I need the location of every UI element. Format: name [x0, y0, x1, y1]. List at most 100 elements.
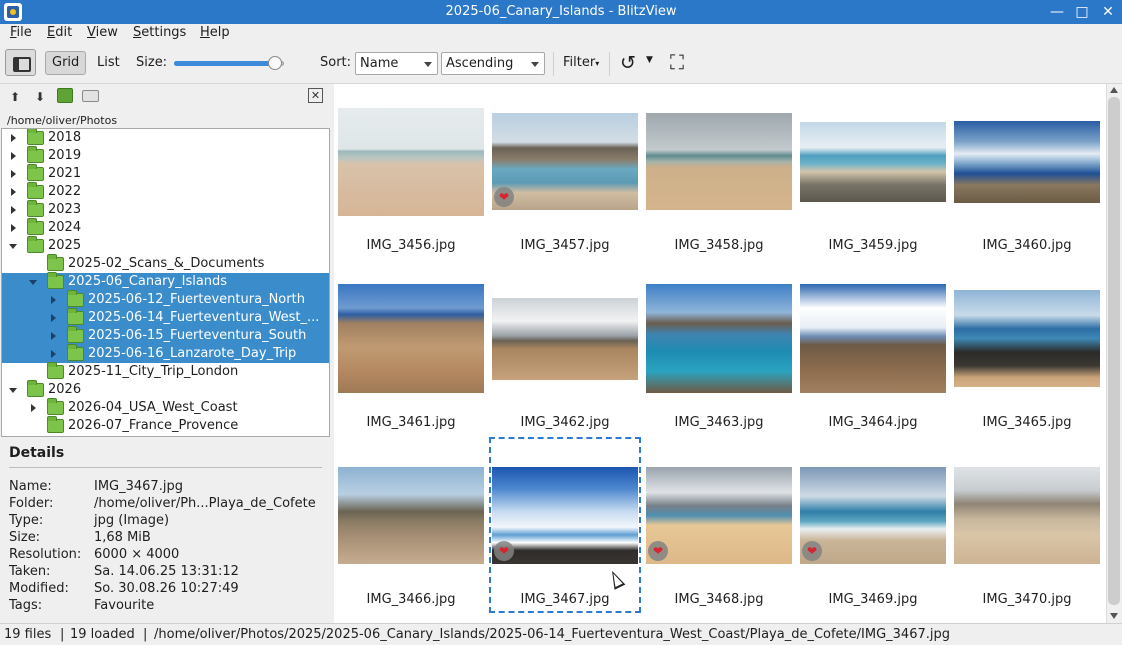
photo-thumbnail[interactable] [492, 298, 638, 380]
tree-folder-label: 2025-06-14_Fuerteventura_West_... [88, 310, 320, 325]
thumbnail-filename[interactable]: IMG_3466.jpg [334, 592, 488, 607]
close-button[interactable]: ✕ [1098, 2, 1118, 22]
toggle-sidebar-button[interactable] [5, 49, 36, 76]
tree-folder-row[interactable]: 2026-07_France_Provence [2, 416, 329, 435]
status-file-path: /home/oliver/Photos/2025/2025-06_Canary_… [154, 627, 950, 642]
tree-folder-row[interactable]: 2018 [2, 129, 329, 147]
arrow-up-icon[interactable]: ⬆ [7, 89, 23, 105]
tree-folder-row[interactable]: 2022 [2, 182, 329, 201]
thumbnail-filename[interactable]: IMG_3461.jpg [334, 415, 488, 430]
arrow-down-icon[interactable]: ⬇ [32, 89, 48, 105]
expand-arrow-icon[interactable] [11, 152, 16, 160]
expand-arrow-icon[interactable] [11, 206, 16, 214]
drive-icon[interactable] [82, 90, 99, 102]
tree-folder-row[interactable]: 2026-04_USA_West_Coast [2, 398, 329, 417]
expand-arrow-icon[interactable] [11, 134, 16, 142]
thumbnail-filename[interactable]: IMG_3464.jpg [796, 415, 950, 430]
menu-settings[interactable]: Settings [133, 25, 186, 40]
photo-thumbnail[interactable] [338, 108, 484, 216]
thumbnail-filename[interactable]: IMG_3460.jpg [950, 238, 1104, 253]
detail-key: Type: [9, 513, 44, 528]
scroll-down-icon[interactable] [1110, 613, 1118, 619]
folder-icon [27, 129, 44, 145]
thumbnail-filename[interactable]: IMG_3465.jpg [950, 415, 1104, 430]
tree-folder-label: 2025-06-12_Fuerteventura_North [88, 292, 305, 307]
tree-folder-label: 2018 [48, 130, 82, 145]
folder-icon [27, 200, 44, 217]
photo-thumbnail[interactable] [954, 467, 1100, 564]
minimize-button[interactable]: — [1047, 2, 1067, 22]
detail-value: /home/oliver/Ph...Playa_de_Cofete [94, 496, 316, 511]
tree-folder-row[interactable]: 2025-06-16_Lanzarote_Day_Trip [2, 344, 329, 363]
tree-folder-row[interactable]: 2026 [2, 380, 329, 399]
expand-arrow-icon[interactable] [51, 332, 56, 340]
menu-help[interactable]: Help [200, 25, 230, 40]
list-view-button[interactable]: List [90, 51, 127, 75]
tree-folder-row[interactable]: 2025-11_City_Trip_London [2, 362, 329, 381]
scroll-up-icon[interactable] [1110, 87, 1118, 93]
photo-thumbnail[interactable] [646, 113, 792, 210]
collapse-arrow-icon[interactable] [29, 280, 37, 285]
thumbnail-filename[interactable]: IMG_3469.jpg [796, 592, 950, 607]
collapse-arrow-icon[interactable] [9, 388, 17, 393]
maximize-button[interactable]: □ [1072, 2, 1092, 22]
rotate-dropdown-icon[interactable]: ▼ [646, 55, 653, 65]
tree-folder-row[interactable]: 2025 [2, 236, 329, 255]
photo-thumbnail[interactable] [800, 122, 946, 202]
menu-view[interactable]: View [87, 25, 118, 40]
photo-thumbnail[interactable] [338, 467, 484, 564]
favourite-heart-icon: ❤ [494, 187, 514, 207]
expand-arrow-icon[interactable] [11, 188, 16, 196]
tree-folder-row[interactable]: 2021 [2, 164, 329, 183]
folder-tree[interactable]: 2018 2019 2021 2022 2023 2024 2025 2025-02_Scan… [1, 128, 330, 437]
tree-folder-label: 2025 [48, 238, 82, 253]
photo-thumbnail[interactable] [954, 121, 1100, 203]
size-slider-handle[interactable] [268, 56, 282, 70]
tree-folder-label: 2022 [48, 184, 82, 199]
thumbnail-filename[interactable]: IMG_3463.jpg [642, 415, 796, 430]
tree-folder-row[interactable]: 2019 [2, 146, 329, 165]
tree-folder-row[interactable]: 2024 [2, 218, 329, 237]
thumbnail-filename[interactable]: IMG_3458.jpg [642, 238, 796, 253]
thumbnail-filename[interactable]: IMG_3459.jpg [796, 238, 950, 253]
photo-thumbnail[interactable] [338, 284, 484, 393]
thumbnail-filename[interactable]: IMG_3468.jpg [642, 592, 796, 607]
status-bar: 19 files | 19 loaded | /home/oliver/Phot… [0, 623, 1122, 645]
scrollbar-thumb[interactable] [1108, 97, 1120, 605]
photo-thumbnail[interactable] [800, 284, 946, 393]
thumbnail-filename[interactable]: IMG_3462.jpg [488, 415, 642, 430]
collapse-arrow-icon[interactable] [9, 244, 17, 249]
tree-folder-row[interactable]: 2025-06-12_Fuerteventura_North [2, 290, 329, 309]
photo-thumbnail[interactable] [954, 290, 1100, 387]
tree-folder-row[interactable]: 2025-02_Scans_&_Documents [2, 254, 329, 273]
thumbnail-filename[interactable]: IMG_3457.jpg [488, 238, 642, 253]
expand-arrow-icon[interactable] [51, 296, 56, 304]
sort-field-select[interactable]: Name [355, 52, 438, 75]
expand-arrow-icon[interactable] [11, 224, 16, 232]
folder-icon [27, 380, 44, 397]
home-folder-icon[interactable] [57, 88, 73, 103]
grid-view-button[interactable]: Grid [45, 51, 87, 75]
fullscreen-icon[interactable]: ⛶ [670, 50, 684, 74]
filter-button[interactable]: Filter▾ [563, 55, 599, 70]
rotate-icon[interactable]: ↺ [620, 52, 636, 74]
tree-folder-row[interactable]: 2025-06-15_Fuerteventura_South [2, 326, 329, 345]
thumbnail-filename[interactable]: IMG_3456.jpg [334, 238, 488, 253]
expand-arrow-icon[interactable] [11, 170, 16, 178]
thumbnail-filename[interactable]: IMG_3470.jpg [950, 592, 1104, 607]
tree-folder-row[interactable]: 2025-06_Canary_Islands [2, 272, 329, 291]
expand-arrow-icon[interactable] [51, 314, 56, 322]
title-bar: 2025-06_Canary_Islands - BlitzView — □ ✕ [0, 0, 1122, 24]
sort-order-select[interactable]: Ascending [441, 52, 545, 75]
details-divider [9, 467, 322, 468]
tree-folder-label: 2026-04_USA_West_Coast [68, 400, 238, 415]
detail-value: 1,68 MiB [94, 530, 151, 545]
expand-arrow-icon[interactable] [31, 404, 36, 412]
photo-thumbnail[interactable] [646, 284, 792, 393]
close-panel-icon[interactable]: ✕ [308, 88, 323, 103]
tree-folder-row[interactable]: 2025-06-14_Fuerteventura_West_... [2, 308, 329, 327]
menu-file[interactable]: File [10, 25, 32, 40]
menu-edit[interactable]: Edit [47, 25, 72, 40]
tree-folder-row[interactable]: 2023 [2, 200, 329, 219]
expand-arrow-icon[interactable] [51, 350, 56, 358]
